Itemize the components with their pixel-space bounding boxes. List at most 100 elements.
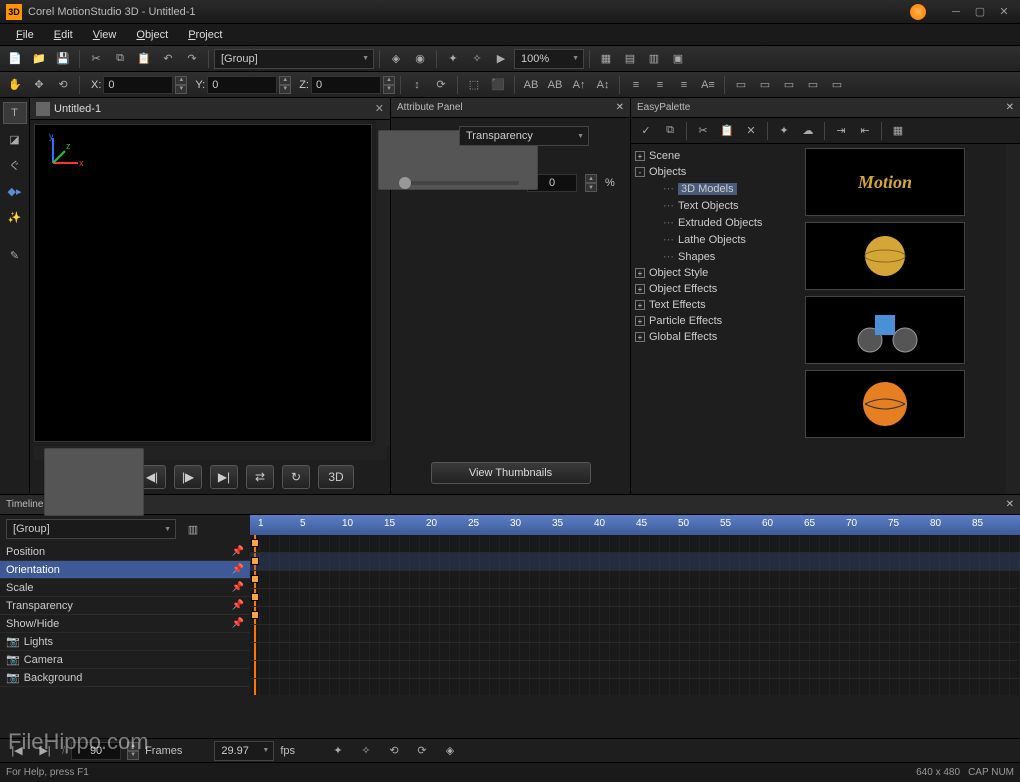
track-label-row[interactable]: Orientation📌 [0, 561, 250, 579]
timeline-group-dropdown[interactable]: [Group] [6, 519, 176, 539]
track-label-row[interactable]: Scale📌 [0, 579, 250, 597]
open-icon[interactable]: 📁 [28, 49, 50, 69]
track-row[interactable] [250, 661, 1020, 679]
tlf4-icon[interactable]: ⟳ [411, 741, 433, 761]
paste-icon[interactable]: 📋 [133, 49, 155, 69]
tree-item[interactable]: +Text Effects [635, 297, 797, 313]
wand-icon[interactable]: ✧ [466, 49, 488, 69]
3d-viewport[interactable]: x y z [34, 124, 372, 442]
viewport-tab[interactable]: Untitled-1 ✕ [30, 98, 390, 120]
ep-grid-icon[interactable]: ▦ [887, 121, 909, 141]
next-frame-button[interactable]: |▶ [174, 465, 202, 489]
dist1-icon[interactable]: ▭ [730, 75, 752, 95]
path-tool-icon[interactable]: ぐ [3, 154, 27, 176]
viewport-close-icon[interactable]: ✕ [375, 102, 384, 115]
menu-file[interactable]: File [6, 27, 44, 43]
track-row[interactable] [250, 625, 1020, 643]
halign2-icon[interactable]: ≡ [649, 75, 671, 95]
ep-check-icon[interactable]: ✓ [635, 121, 657, 141]
x-input[interactable] [103, 76, 173, 94]
menu-project[interactable]: Project [178, 27, 232, 43]
align2-icon[interactable]: AB [544, 75, 566, 95]
tree-item[interactable]: +Particle Effects [635, 313, 797, 329]
tool-b-icon[interactable]: ◉ [409, 49, 431, 69]
layout3-icon[interactable]: ▥ [643, 49, 665, 69]
track-label-row[interactable]: Show/Hide📌 [0, 615, 250, 633]
redo-icon[interactable]: ↷ [181, 49, 203, 69]
ep-add-icon[interactable]: ✦ [773, 121, 795, 141]
attr-dropdown[interactable]: Transparency [459, 126, 589, 146]
close-button[interactable]: ✕ [994, 4, 1014, 20]
ep-cloud-icon[interactable]: ☁ [797, 121, 819, 141]
move-icon[interactable]: ✥ [28, 75, 50, 95]
track-row[interactable] [250, 643, 1020, 661]
thumbnail-item[interactable] [805, 296, 965, 364]
particle-tool-icon[interactable]: ✨ [3, 206, 27, 228]
zoom-dropdown[interactable]: 100% [514, 49, 584, 69]
attribute-close-icon[interactable]: ✕ [616, 102, 624, 113]
track-row[interactable] [250, 571, 1020, 589]
ep-import-icon[interactable]: ⇥ [830, 121, 852, 141]
align1-icon[interactable]: AB [520, 75, 542, 95]
menu-object[interactable]: Object [126, 27, 178, 43]
ep-paste-icon[interactable]: 📋 [716, 121, 738, 141]
ep-delete-icon[interactable]: ✕ [740, 121, 762, 141]
tl-last-icon[interactable]: ▶| [34, 741, 56, 761]
ep-export-icon[interactable]: ⇤ [854, 121, 876, 141]
ep-cut-icon[interactable]: ✂ [692, 121, 714, 141]
copy-icon[interactable]: ⧉ [109, 49, 131, 69]
tree-item[interactable]: ⋯3D Models [635, 180, 797, 197]
halign1-icon[interactable]: ≡ [625, 75, 647, 95]
shape-tool-icon[interactable]: ◪ [3, 128, 27, 150]
x-spinner[interactable]: ▲▼ [175, 76, 187, 94]
light-icon[interactable]: ✦ [442, 49, 464, 69]
halign4-icon[interactable]: A≡ [697, 75, 719, 95]
viewport-hscroll[interactable] [34, 446, 386, 460]
track-row[interactable] [250, 535, 1020, 553]
layout4-icon[interactable]: ▣ [667, 49, 689, 69]
thumbnail-item[interactable] [805, 222, 965, 290]
track-label-row[interactable]: 📷Lights [0, 633, 250, 651]
track-row[interactable] [250, 553, 1020, 571]
track-row[interactable] [250, 607, 1020, 625]
transparency-slider[interactable] [399, 181, 519, 185]
frames-spinner[interactable]: ▲▼ [127, 742, 139, 760]
tree-item[interactable]: ⋯Extruded Objects [635, 214, 797, 231]
easypalette-close-icon[interactable]: ✕ [1006, 102, 1014, 113]
tlf3-icon[interactable]: ⟲ [383, 741, 405, 761]
timeline-ruler[interactable]: 1510152025303540455055606570758085 [250, 515, 1020, 535]
ep-copy-icon[interactable]: ⧉ [659, 121, 681, 141]
edit-tool-icon[interactable]: ✎ [3, 244, 27, 266]
timeline-tracks-area[interactable]: 1510152025303540455055606570758085 [250, 515, 1020, 738]
track-label-row[interactable]: Position📌 [0, 543, 250, 561]
repeat-button[interactable]: ↻ [282, 465, 310, 489]
tlf1-icon[interactable]: ✦ [327, 741, 349, 761]
cut-icon[interactable]: ✂ [85, 49, 107, 69]
layout2-icon[interactable]: ▤ [619, 49, 641, 69]
tlf2-icon[interactable]: ✧ [355, 741, 377, 761]
maximize-button[interactable]: ▢ [970, 4, 990, 20]
track-row[interactable] [250, 589, 1020, 607]
z-spinner[interactable]: ▲▼ [383, 76, 395, 94]
tree-item[interactable]: +Global Effects [635, 329, 797, 345]
tool1-icon[interactable]: ↕ [406, 75, 428, 95]
timeline-filter-icon[interactable]: ▥ [182, 519, 204, 539]
align4-icon[interactable]: A↕ [592, 75, 614, 95]
loop-button[interactable]: ⇄ [246, 465, 274, 489]
menu-edit[interactable]: Edit [44, 27, 83, 43]
undo-icon[interactable]: ↶ [157, 49, 179, 69]
layout1-icon[interactable]: ▦ [595, 49, 617, 69]
hand-icon[interactable]: ✋ [4, 75, 26, 95]
thumbnail-item[interactable]: Motion [805, 148, 965, 216]
z-input[interactable] [311, 76, 381, 94]
dist5-icon[interactable]: ▭ [826, 75, 848, 95]
tl-first-icon[interactable]: |◀ [6, 741, 28, 761]
tree-item[interactable]: ⋯Lathe Objects [635, 231, 797, 248]
tree-item[interactable]: +Scene [635, 148, 797, 164]
tool3-icon[interactable]: ⬚ [463, 75, 485, 95]
tool-a-icon[interactable]: ◈ [385, 49, 407, 69]
track-label-row[interactable]: Transparency📌 [0, 597, 250, 615]
y-spinner[interactable]: ▲▼ [279, 76, 291, 94]
dist4-icon[interactable]: ▭ [802, 75, 824, 95]
menu-view[interactable]: View [83, 27, 127, 43]
